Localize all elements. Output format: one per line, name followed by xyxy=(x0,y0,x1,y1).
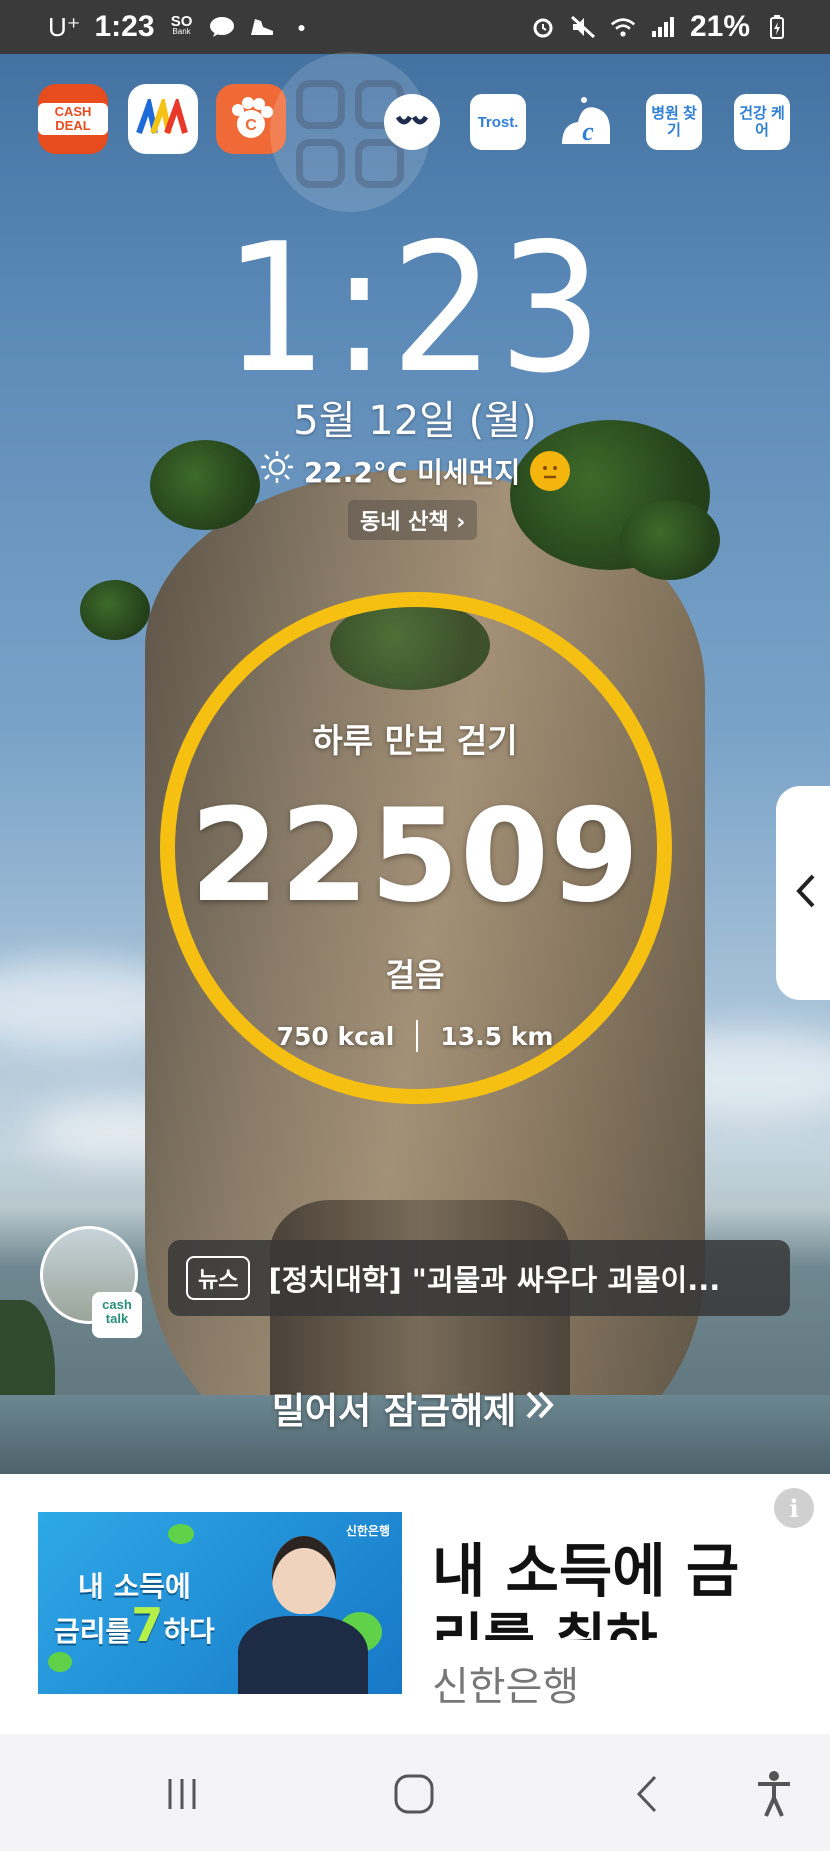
back-button[interactable] xyxy=(616,1764,676,1824)
status-bar: U⁺ 1:23 SO Bank ● 21% xyxy=(0,0,830,54)
mute-icon xyxy=(570,14,596,40)
cash-talk-badge: cash talk xyxy=(92,1292,142,1338)
hospital-finder-app-icon[interactable]: 병원 찾기 xyxy=(646,94,702,150)
home-button[interactable] xyxy=(384,1764,444,1824)
lock-date: 5월 12일 (월) xyxy=(293,398,537,444)
ad-image-slogan: 내 소득에 금리를7하다 xyxy=(54,1570,215,1652)
edge-panel-handle[interactable] xyxy=(776,786,830,1000)
swipe-to-unlock[interactable]: 밀어서 잠금해제 xyxy=(0,1382,830,1434)
ad-model-image xyxy=(238,1536,368,1694)
shoe-icon xyxy=(249,14,275,40)
wifi-icon xyxy=(610,14,636,40)
cloud-c-app-icon[interactable]: c xyxy=(558,94,614,150)
ad-banner[interactable]: 신한은행 내 소득에 금리를7하다 내 소득에 금 리를 취하 신한은행 i xyxy=(0,1474,830,1734)
ad-brand: 신한은행 xyxy=(432,1664,580,1710)
chat-bubble-icon xyxy=(209,14,235,40)
chevron-left-icon xyxy=(795,873,817,913)
step-widget-title: 하루 만보 걷기 xyxy=(312,721,518,760)
signal-icon xyxy=(650,14,676,40)
weather-widget[interactable]: 22.2°C 미세먼지 xyxy=(0,450,830,491)
sun-icon xyxy=(260,450,294,491)
accessibility-button[interactable] xyxy=(744,1764,804,1824)
ad-subline: 리를 취하 xyxy=(432,1606,732,1640)
carrier-label: U⁺ xyxy=(48,11,81,42)
lock-clock: 1:23 xyxy=(223,205,607,412)
dot-icon: ● xyxy=(297,19,306,35)
status-time: 1:23 xyxy=(94,10,155,43)
bank-app-icon: SO Bank xyxy=(170,13,193,36)
news-headline: [정치대학] "괴물과 싸우다 괴물이... xyxy=(268,1263,721,1297)
stats-divider xyxy=(416,1020,419,1052)
calories-value: 750 kcal xyxy=(276,1021,395,1051)
alarm-icon xyxy=(530,14,556,40)
step-stats: 750 kcal 13.5 km xyxy=(0,1020,830,1052)
unlock-label: 밀어서 잠금해제 xyxy=(271,1391,517,1432)
trost-app-icon[interactable]: Trost. xyxy=(470,94,526,150)
svg-text:C: C xyxy=(245,117,257,134)
dust-face-icon xyxy=(530,450,571,491)
weather-text: 22.2°C 미세먼지 xyxy=(303,455,521,489)
ad-image[interactable]: 신한은행 내 소득에 금리를7하다 xyxy=(38,1512,402,1694)
battery-percent: 21% xyxy=(689,10,750,43)
step-unit: 걸음 xyxy=(385,956,445,994)
ad-info-icon[interactable]: i xyxy=(774,1488,814,1528)
distance-value: 13.5 km xyxy=(440,1021,554,1051)
chart-app-icon[interactable] xyxy=(128,84,198,154)
ad-headline: 내 소득에 금 xyxy=(432,1537,740,1605)
step-count: 22509 xyxy=(189,782,641,931)
shortcut-row: CASH DEAL C Trost. c 병원 찾기 건강 케어 xyxy=(38,52,798,212)
health-care-app-icon[interactable]: 건강 케어 xyxy=(734,94,790,150)
cash-deal-app-icon[interactable]: CASH DEAL xyxy=(38,84,108,154)
news-ticker[interactable]: 뉴스 [정치대학] "괴물과 싸우다 괴물이... xyxy=(168,1240,790,1316)
recent-apps-button[interactable] xyxy=(152,1764,212,1824)
battery-charging-icon xyxy=(764,14,790,40)
neighborhood-walk-link[interactable]: 동네 산책 › xyxy=(348,500,478,540)
svg-text:c: c xyxy=(582,117,594,146)
face-app-icon[interactable] xyxy=(384,94,440,150)
double-chevron-right-icon xyxy=(524,1388,558,1429)
news-tag: 뉴스 xyxy=(186,1256,251,1300)
navigation-bar xyxy=(0,1734,830,1851)
